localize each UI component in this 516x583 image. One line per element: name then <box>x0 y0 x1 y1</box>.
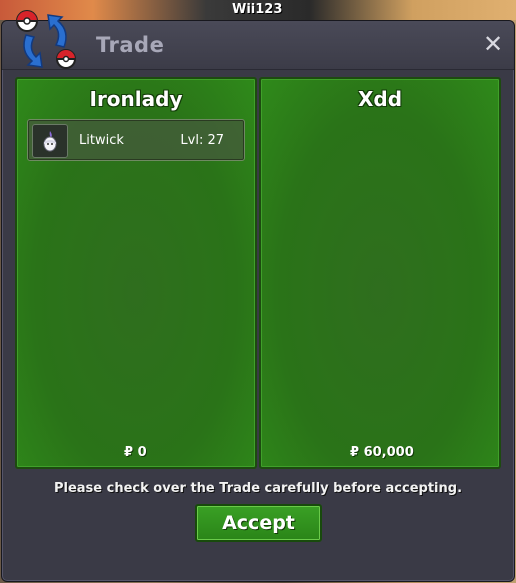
litwick-icon <box>43 131 57 152</box>
right-trainer-name: Xdd <box>357 87 403 111</box>
trade-warning-text: Please check over the Trade carefully be… <box>53 481 463 496</box>
pokemon-icon-frame <box>32 124 68 158</box>
player-name-tag: Wii123 <box>232 2 283 17</box>
left-money-amount: ₽ 0 <box>124 445 147 460</box>
accept-button[interactable]: Accept <box>195 504 322 542</box>
close-button[interactable]: ✕ <box>482 30 504 58</box>
trade-swap-icon <box>16 10 76 69</box>
my-offer-panel[interactable]: Ironlady Litwick Lvl: 27 ₽ 0 <box>15 77 257 469</box>
window-title: Trade <box>96 33 165 57</box>
partner-offer-panel: Xdd ₽ 60,000 <box>259 77 501 469</box>
pokemon-level: Lvl: 27 <box>180 133 224 148</box>
close-icon: ✕ <box>482 30 504 58</box>
offered-pokemon-slot[interactable]: Litwick Lvl: 27 <box>27 119 245 161</box>
left-trainer-name: Ironlady <box>89 87 183 111</box>
title-bar[interactable]: Trade ✕ <box>2 10 514 70</box>
trade-window: Trade ✕ Ironlady Litwick Lvl: 27 ₽ 0 Xdd… <box>1 10 515 582</box>
pokemon-name: Litwick <box>79 133 124 148</box>
right-money-amount: ₽ 60,000 <box>350 445 414 460</box>
